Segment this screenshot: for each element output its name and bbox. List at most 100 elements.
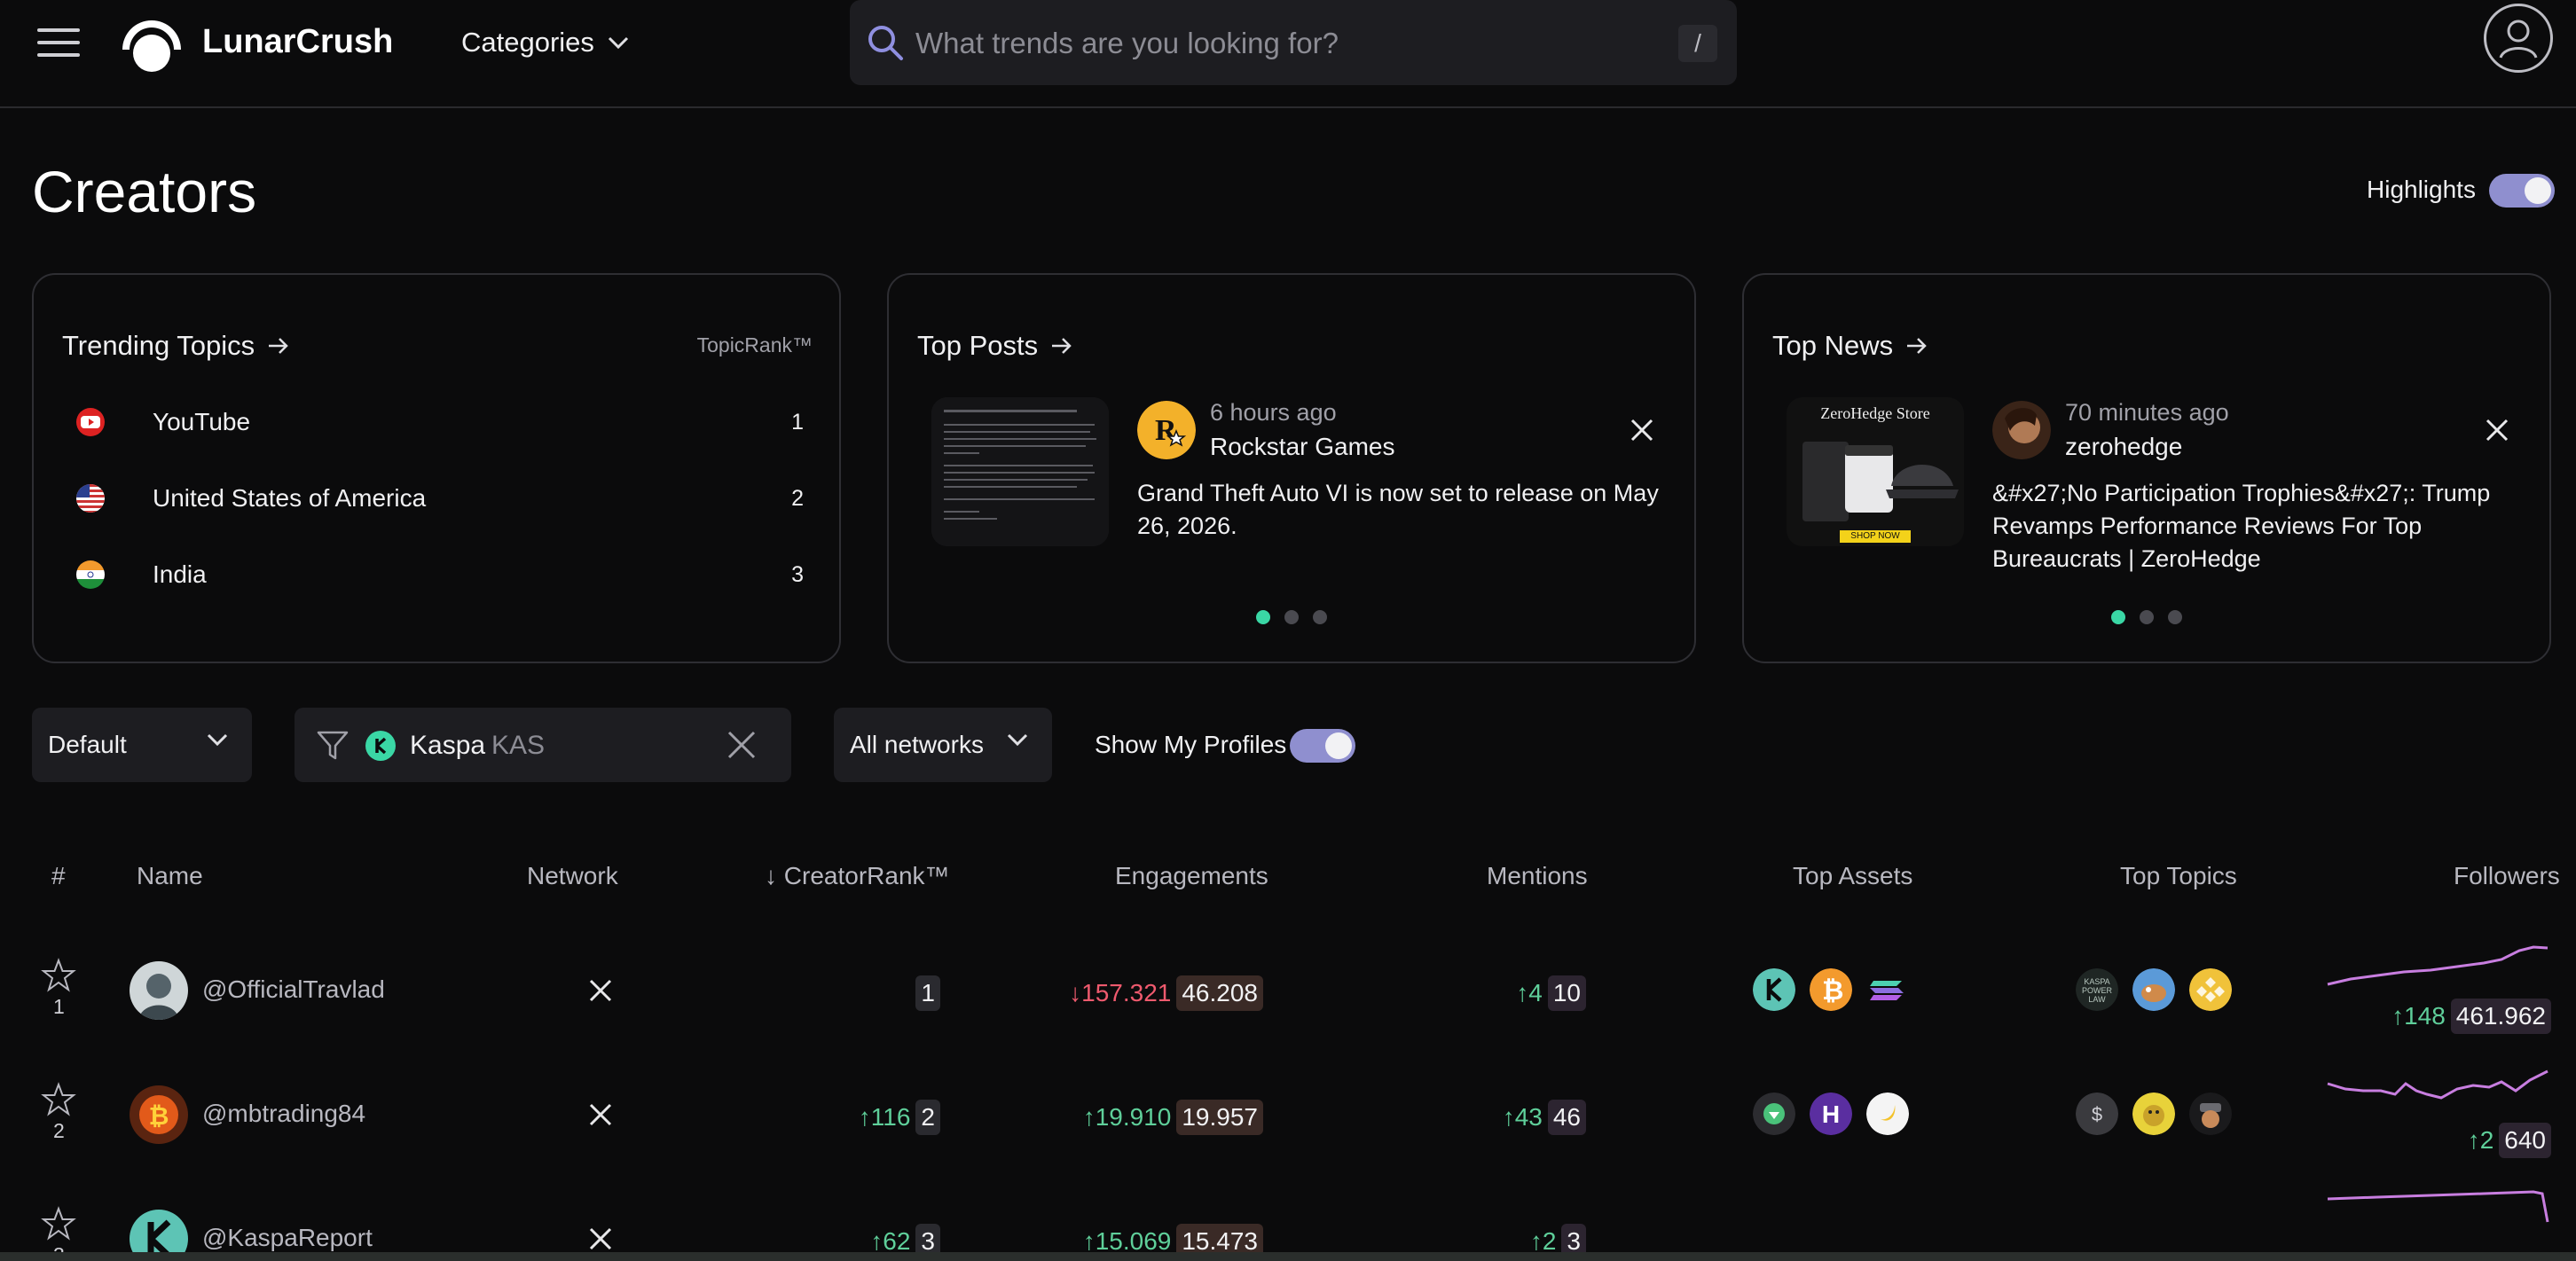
topic-rank: 2 (791, 486, 804, 511)
search-input[interactable] (914, 16, 1645, 71)
svg-text:₿: ₿ (1822, 976, 1843, 1006)
top-news-link[interactable]: Top News (1772, 330, 1928, 362)
mentions-cell: ↑2 3 (1530, 1224, 1586, 1252)
shop-now-button: SHOP NOW (1840, 530, 1911, 543)
table-row[interactable]: 1 @OfficialTravlad 1 ↓157.321 46.208 ↑4 10… (0, 931, 2576, 1055)
news-author[interactable]: zerohedge (2065, 433, 2182, 461)
sort-dropdown[interactable]: Default (32, 708, 252, 782)
col-header-followers[interactable]: Followers (2454, 862, 2560, 890)
col-header-network[interactable]: Network (527, 862, 618, 890)
x-logo-icon[interactable] (1629, 417, 1655, 443)
star-icon[interactable] (41, 958, 76, 993)
avatar[interactable]: ₿ (130, 1085, 188, 1144)
followers-cell: ↑2 640 (2468, 1123, 2551, 1158)
col-header-rank: # (51, 862, 66, 889)
x-logo-icon[interactable] (2484, 417, 2510, 443)
followers-sparkline (2327, 1190, 2549, 1223)
rockstar-games-avatar[interactable]: R (1137, 401, 1196, 459)
solana-icon[interactable] (1866, 968, 1909, 1011)
carousel-dot[interactable] (2140, 610, 2154, 624)
col-header-creatorrank[interactable]: ↓ CreatorRank™ (765, 862, 950, 890)
kaspa-power-law-icon[interactable]: KASPAPOWERLAW (2076, 968, 2118, 1011)
carousel-dot-active[interactable] (2111, 610, 2125, 624)
topicrank-label: TopicRank™ (696, 333, 813, 356)
merch-products-image (1802, 442, 1959, 521)
network-dropdown[interactable]: All networks (834, 708, 1052, 782)
followers-sparkline (2327, 1069, 2549, 1100)
highlights-toggle[interactable] (2489, 174, 2555, 208)
col-header-name[interactable]: Name (137, 862, 203, 890)
tweet-screenshot-image (931, 397, 1109, 546)
top-news-card: Top News ZeroHedge Store SHOP NOW 70 min… (1742, 273, 2551, 663)
col-header-mentions[interactable]: Mentions (1487, 862, 1588, 890)
chevron-down-icon (608, 36, 628, 50)
post-text[interactable]: Grand Theft Auto VI is now set to releas… (1137, 477, 1661, 543)
dollar-topic-icon[interactable]: $ (2076, 1093, 2118, 1135)
creator-rank-cell: 1 (910, 975, 940, 1011)
show-my-profiles-label: Show My Profiles (1095, 731, 1287, 758)
hyperliquid-h-icon[interactable]: H (1810, 1093, 1852, 1135)
svg-text:POWER: POWER (2082, 986, 2113, 995)
star-icon[interactable] (41, 1206, 76, 1241)
bull-topic-icon[interactable] (2132, 968, 2175, 1011)
network-label: All networks (850, 731, 984, 758)
topic-item[interactable]: United States of America 2 (76, 481, 804, 516)
trending-topics-link[interactable]: Trending Topics (62, 330, 290, 362)
green-token-icon[interactable] (1753, 1093, 1795, 1135)
carousel-dot-active[interactable] (1256, 610, 1270, 624)
carousel-dot[interactable] (1284, 610, 1299, 624)
user-account-button[interactable] (2484, 4, 2553, 73)
creator-handle[interactable]: @KaspaReport (202, 1224, 373, 1252)
creator-handle[interactable]: @mbtrading84 (202, 1100, 365, 1128)
avatar[interactable] (130, 961, 188, 1020)
zerohedge-avatar[interactable] (1992, 401, 2051, 459)
topic-rank: 3 (791, 562, 804, 587)
asset-filter[interactable]: Kaspa KAS (295, 708, 791, 782)
post-thumbnail[interactable] (931, 397, 1109, 546)
meme-coin-icon[interactable] (2132, 1093, 2175, 1135)
clear-filter-icon[interactable] (726, 729, 758, 761)
star-icon[interactable] (41, 1082, 76, 1117)
top-posts-link[interactable]: Top Posts (917, 330, 1073, 362)
followers-sparkline (2327, 945, 2549, 986)
bnb-icon[interactable] (2189, 968, 2232, 1011)
col-header-engagements[interactable]: Engagements (1115, 862, 1268, 890)
svg-text:H: H (1822, 1100, 1840, 1128)
top-bar: LunarCrush Categories / (0, 0, 2576, 108)
highlights-label: Highlights (2367, 176, 2476, 203)
carousel-dot[interactable] (2168, 610, 2182, 624)
row-rank: 1 (53, 995, 65, 1018)
news-text[interactable]: &#x27;No Participation Trophies&#x27;: T… (1992, 477, 2516, 576)
topic-item[interactable]: India 3 (76, 557, 804, 592)
table-row[interactable]: 3 @KaspaReport ↑623 ↑15.06915.473 ↑23 (0, 1179, 2576, 1252)
table-row[interactable]: 2 ₿ @mbtrading84 ↑116 2 ↑19.910 19.957 ↑43… (0, 1055, 2576, 1179)
us-flag-icon (76, 484, 105, 513)
horizontal-scrollbar[interactable] (0, 1252, 2576, 1261)
col-header-top-assets: Top Assets (1793, 862, 1913, 889)
character-topic-icon[interactable] (2189, 1093, 2232, 1135)
search-bar[interactable]: / (850, 0, 1737, 85)
filter-icon (317, 731, 349, 760)
trending-topics-title: Trending Topics (62, 330, 255, 361)
menu-icon[interactable] (37, 28, 80, 57)
chevron-down-icon (207, 733, 228, 747)
lunarcrush-logo-icon[interactable] (115, 12, 188, 74)
topic-item[interactable]: YouTube 1 (76, 404, 804, 440)
avatar[interactable] (130, 1210, 188, 1252)
news-thumb-caption: ZeroHedge Store (1820, 404, 1930, 422)
categories-dropdown[interactable]: Categories (461, 27, 630, 59)
brand-name[interactable]: LunarCrush (202, 23, 393, 61)
svg-text:$: $ (2092, 1103, 2102, 1125)
carousel-dots (1256, 610, 1327, 624)
kaspa-icon[interactable] (1753, 968, 1795, 1011)
carousel-dot[interactable] (1313, 610, 1327, 624)
news-thumbnail[interactable]: ZeroHedge Store SHOP NOW (1787, 397, 1964, 546)
post-author[interactable]: Rockstar Games (1210, 433, 1395, 461)
svg-text:KASPA: KASPA (2084, 977, 2109, 986)
creator-handle[interactable]: @OfficialTravlad (202, 975, 385, 1004)
show-my-profiles-toggle[interactable] (1290, 729, 1355, 763)
banana-token-icon[interactable] (1866, 1093, 1909, 1135)
sort-label: Default (48, 731, 127, 758)
arrow-right-icon (1907, 338, 1927, 354)
bitcoin-icon[interactable]: ₿ (1810, 968, 1852, 1011)
